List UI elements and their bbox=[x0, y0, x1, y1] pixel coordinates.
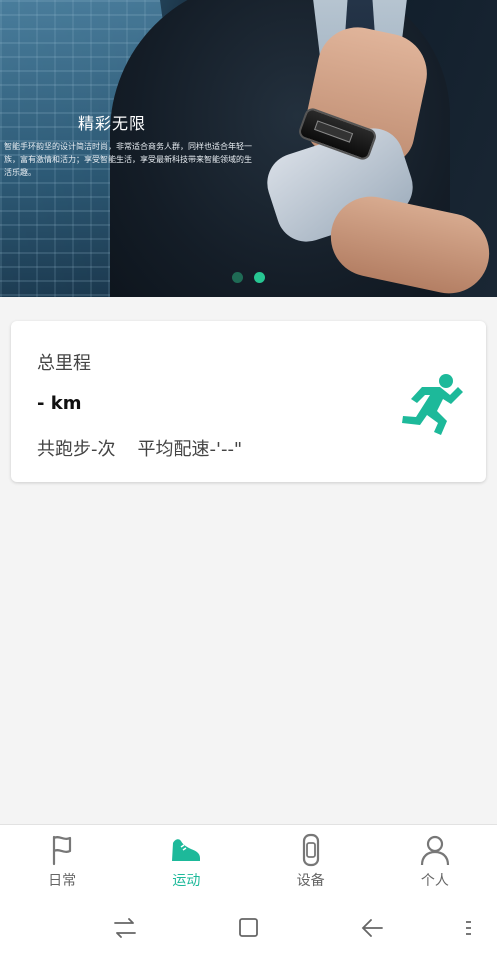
tab-sport-label: 运动 bbox=[172, 873, 201, 889]
bottom-tab-bar: 日常 运动 设备 个人 bbox=[0, 824, 497, 896]
banner-pagination bbox=[232, 272, 265, 283]
tab-daily-label: 日常 bbox=[48, 873, 77, 889]
card-title: 总里程 bbox=[37, 353, 91, 374]
run-count: 共跑步-次 bbox=[37, 439, 116, 460]
flag-icon bbox=[53, 835, 72, 866]
tab-profile[interactable]: 个人 bbox=[373, 825, 497, 896]
pagination-dot-2-active[interactable] bbox=[254, 272, 265, 283]
band-screen bbox=[314, 120, 354, 143]
menu-dots-icon[interactable] bbox=[462, 914, 490, 942]
banner-description: 智能手环韵坚的设计简洁时尚，非常适合商务人群，同样也适合年轻一族，富有激情和活力… bbox=[4, 142, 252, 177]
banner-title: 精彩无限 bbox=[78, 114, 147, 133]
system-navigation-bar bbox=[0, 896, 497, 960]
switch-icon[interactable] bbox=[111, 914, 139, 942]
watch-band-icon bbox=[302, 833, 319, 867]
tab-profile-label: 个人 bbox=[420, 873, 449, 889]
tab-device[interactable]: 设备 bbox=[249, 825, 373, 896]
sneaker-icon bbox=[172, 839, 201, 861]
average-pace: 平均配速-'--" bbox=[137, 439, 243, 460]
tab-device-label: 设备 bbox=[296, 873, 325, 889]
pagination-dot-1[interactable] bbox=[232, 272, 243, 283]
tab-sport[interactable]: 运动 bbox=[124, 825, 248, 896]
tab-daily[interactable]: 日常 bbox=[0, 825, 124, 896]
home-square-icon[interactable] bbox=[235, 914, 263, 942]
back-arrow-icon[interactable] bbox=[359, 914, 387, 942]
running-man-icon bbox=[402, 374, 463, 435]
distance-value: - km bbox=[37, 393, 82, 414]
person-icon bbox=[420, 835, 449, 866]
promo-banner[interactable]: 精彩无限 智能手环韵坚的设计简洁时尚，非常适合商务人群，同样也适合年轻一族，富有… bbox=[0, 0, 497, 297]
total-mileage-card[interactable]: 总里程 - km 共跑步-次 平均配速-'--" bbox=[11, 321, 486, 482]
run-stats: 共跑步-次 平均配速-'--" bbox=[37, 435, 242, 461]
